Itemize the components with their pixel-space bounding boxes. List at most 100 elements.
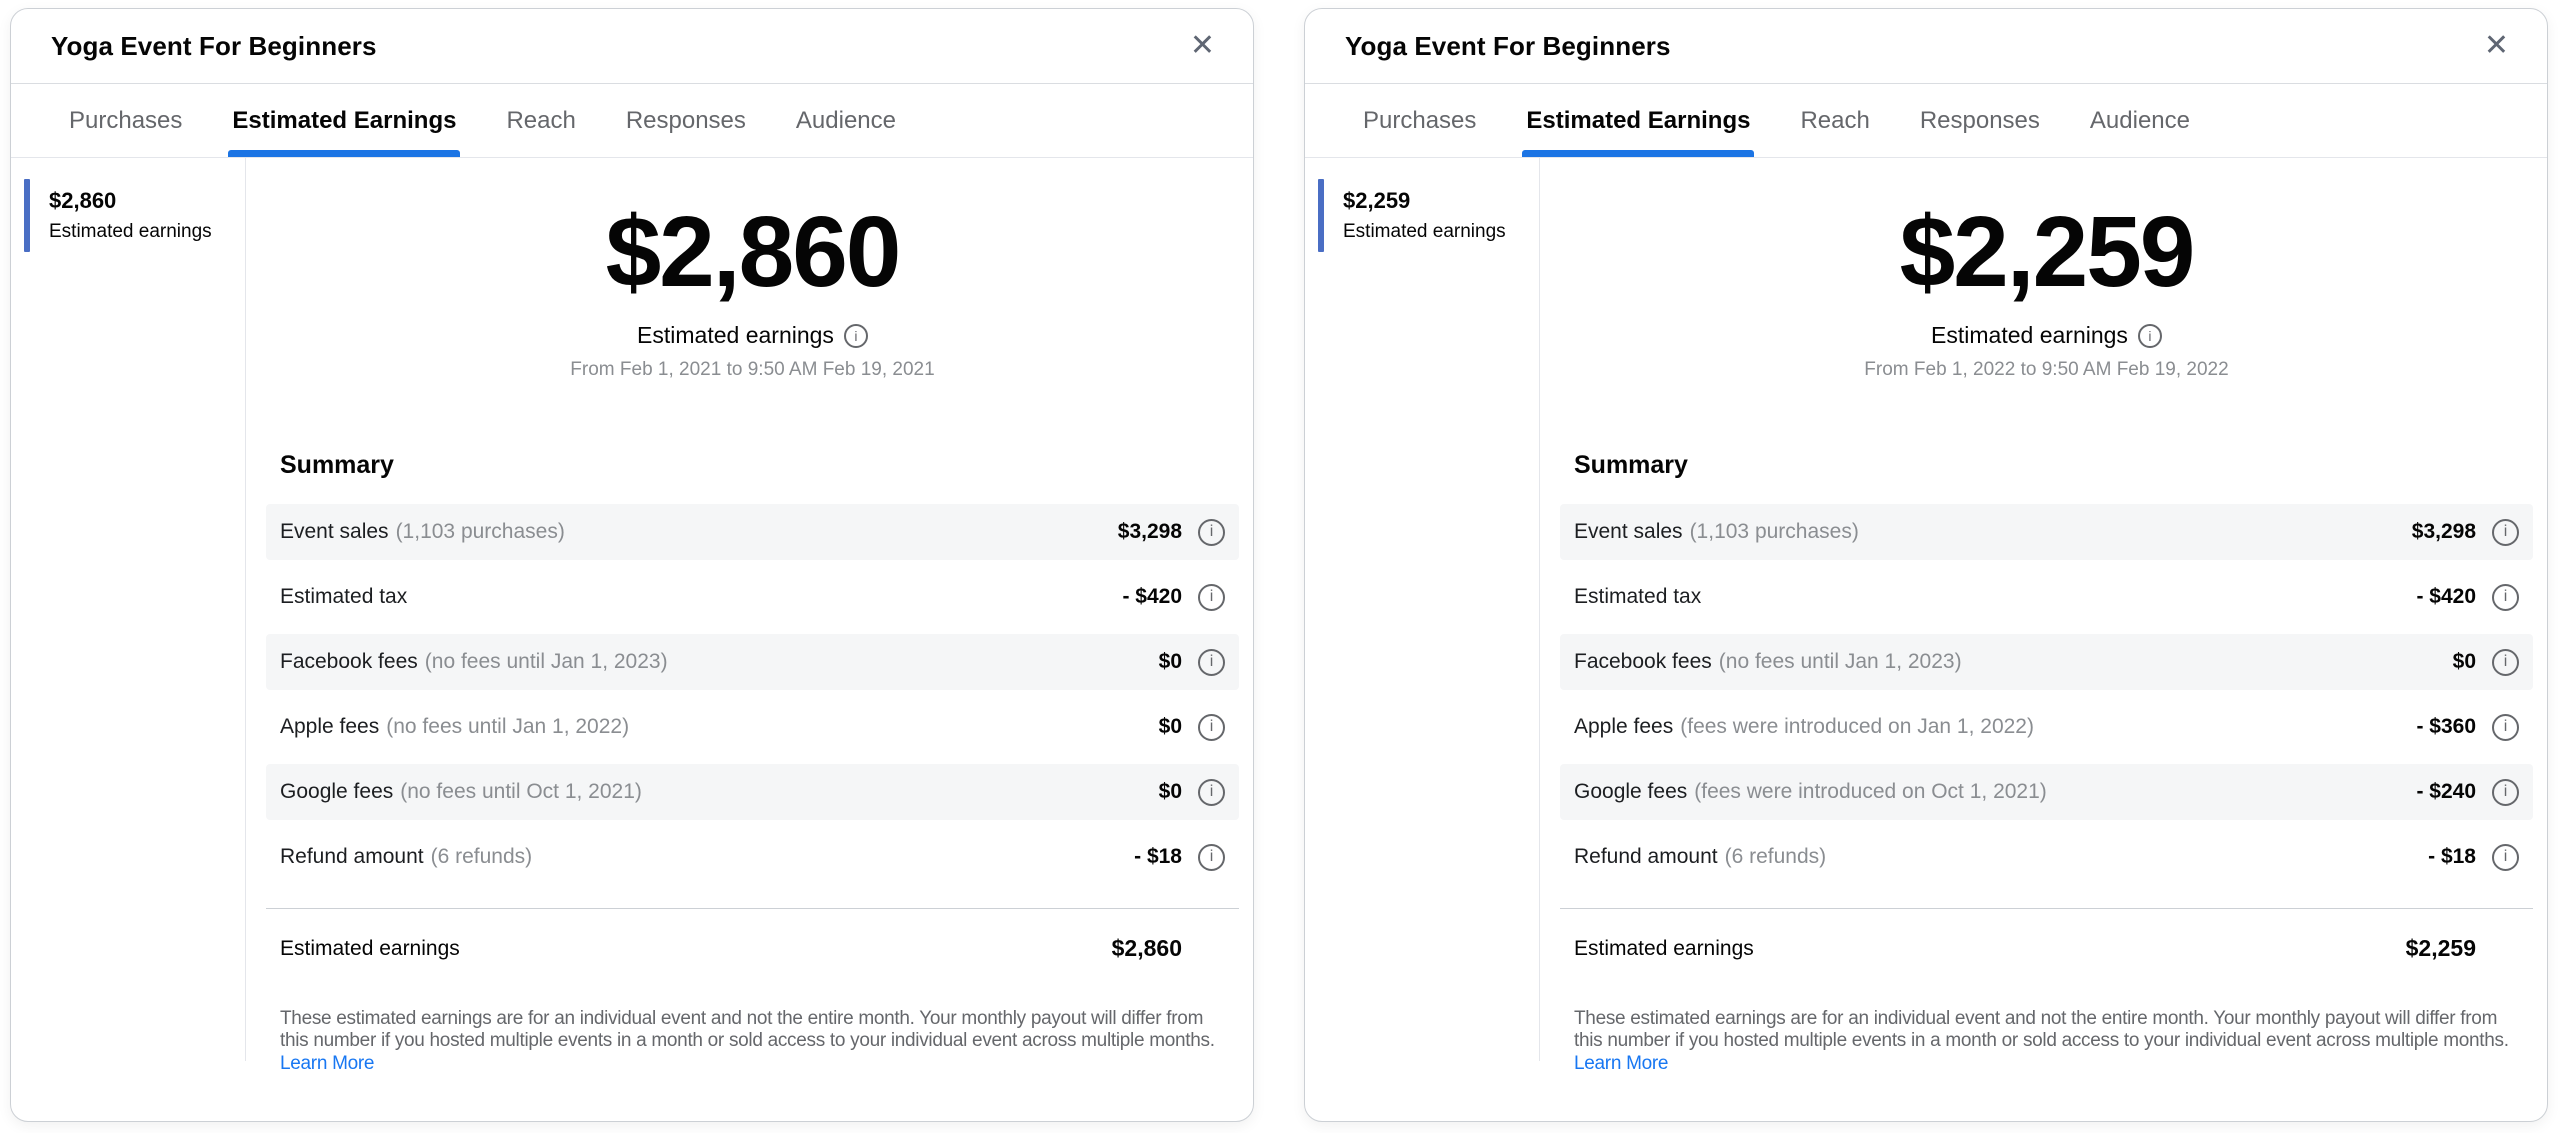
table-row-google-fees: Google fees (fees were introduced on Oct… [1560,764,2533,820]
row-label: Apple fees [1574,715,1673,739]
row-value: $0 [2453,650,2476,674]
row-value: $0 [1159,715,1182,739]
info-icon[interactable]: i [844,324,868,348]
tab-estimated-earnings[interactable]: Estimated Earnings [1522,84,1754,157]
row-value: - $420 [2416,585,2476,609]
event-insights-modal: Yoga Event For Beginners ✕ Purchases Est… [1304,8,2548,1122]
metrics-sidebar: $2,860 Estimated earnings [11,158,246,1121]
tab-audience[interactable]: Audience [792,84,900,157]
sidebar-item-estimated-earnings[interactable]: $2,860 Estimated earnings [11,179,246,252]
learn-more-link[interactable]: Learn More [280,1053,374,1075]
disclaimer: These estimated earnings are for an indi… [280,1008,1225,1075]
row-label: Event sales [1574,520,1683,544]
info-icon[interactable]: i [1198,844,1225,871]
summary-table: Event sales (1,103 purchases) $3,298 i E… [266,504,1239,894]
info-icon[interactable]: i [2138,324,2162,348]
total-row: Estimated earnings $2,860 [266,908,1239,962]
earnings-panel: $2,860 Estimated earnings i From Feb 1, … [246,158,1253,1121]
disclaimer-line: this number if you hosted multiple event… [280,1030,1225,1052]
row-note: (6 refunds) [1725,845,1827,869]
table-row-facebook-fees: Facebook fees (no fees until Jan 1, 2023… [1560,634,2533,690]
info-icon[interactable]: i [2492,714,2519,741]
tab-audience[interactable]: Audience [2086,84,2194,157]
info-icon[interactable]: i [2492,584,2519,611]
info-icon[interactable]: i [1198,584,1225,611]
row-value: $3,298 [1118,520,1182,544]
row-label: Apple fees [280,715,379,739]
date-range: From Feb 1, 2021 to 9:50 AM Feb 19, 2021 [266,359,1239,381]
active-item-rail [24,179,30,252]
info-glyph: i [854,328,857,344]
hero-label: Estimated earnings [637,322,834,349]
close-button[interactable]: ✕ [1186,27,1219,65]
total-label: Estimated earnings [1574,937,1754,961]
tab-estimated-earnings[interactable]: Estimated Earnings [228,84,460,157]
summary-table: Event sales (1,103 purchases) $3,298 i E… [1560,504,2533,894]
info-glyph: i [1210,848,1214,866]
info-glyph: i [2504,718,2508,736]
info-icon[interactable]: i [1198,519,1225,546]
info-glyph: i [2504,783,2508,801]
total-row: Estimated earnings $2,259 [1560,908,2533,962]
info-icon[interactable]: i [2492,519,2519,546]
modal-header: Yoga Event For Beginners ✕ [11,9,1253,84]
table-row-google-fees: Google fees (no fees until Oct 1, 2021) … [266,764,1239,820]
row-value: - $18 [2428,845,2476,869]
info-glyph: i [1210,718,1214,736]
row-value: $0 [1159,780,1182,804]
info-icon[interactable]: i [2492,779,2519,806]
sidebar-label: Estimated earnings [49,221,236,243]
tab-responses[interactable]: Responses [622,84,750,157]
earnings-hero: $2,860 Estimated earnings i From Feb 1, … [266,202,1239,381]
disclaimer: These estimated earnings are for an indi… [1574,1008,2519,1075]
hero-amount: $2,860 [266,202,1239,302]
metrics-sidebar: $2,259 Estimated earnings [1305,158,1540,1121]
row-value: - $18 [1134,845,1182,869]
sidebar-item-estimated-earnings[interactable]: $2,259 Estimated earnings [1305,179,1540,252]
modal-title: Yoga Event For Beginners [51,31,377,62]
info-glyph: i [2504,848,2508,866]
tab-reach[interactable]: Reach [1796,84,1873,157]
hero-amount: $2,259 [1560,202,2533,302]
info-icon[interactable]: i [2492,844,2519,871]
row-note: (fees were introduced on Oct 1, 2021) [1694,780,2047,804]
learn-more-link[interactable]: Learn More [1574,1053,1668,1075]
row-value: - $420 [1122,585,1182,609]
summary-heading: Summary [1574,451,2519,480]
tab-reach[interactable]: Reach [502,84,579,157]
row-label: Facebook fees [1574,650,1712,674]
info-glyph: i [2504,523,2508,541]
info-glyph: i [2148,328,2151,344]
event-insights-modal: Yoga Event For Beginners ✕ Purchases Est… [10,8,1254,1122]
table-row-refund-amount: Refund amount (6 refunds) - $18 i [1560,829,2533,885]
table-row-apple-fees: Apple fees (fees were introduced on Jan … [1560,699,2533,755]
table-row-refund-amount: Refund amount (6 refunds) - $18 i [266,829,1239,885]
tab-purchases[interactable]: Purchases [1359,84,1480,157]
close-icon: ✕ [2484,29,2509,62]
row-note: (no fees until Oct 1, 2021) [400,780,642,804]
row-label: Estimated tax [1574,585,1701,609]
row-note: (1,103 purchases) [1690,520,1859,544]
hero-label: Estimated earnings [1931,322,2128,349]
total-label: Estimated earnings [280,937,460,961]
active-item-rail [1318,179,1324,252]
info-icon[interactable]: i [1198,649,1225,676]
close-icon: ✕ [1190,29,1215,62]
info-icon[interactable]: i [1198,714,1225,741]
tab-responses[interactable]: Responses [1916,84,2044,157]
close-button[interactable]: ✕ [2480,27,2513,65]
earnings-hero: $2,259 Estimated earnings i From Feb 1, … [1560,202,2533,381]
hero-label-row: Estimated earnings i [1560,322,2533,349]
info-icon[interactable]: i [1198,779,1225,806]
info-glyph: i [1210,653,1214,671]
total-value: $2,860 [1112,935,1182,962]
disclaimer-line: These estimated earnings are for an indi… [1574,1008,2519,1030]
tab-purchases[interactable]: Purchases [65,84,186,157]
sidebar-amount: $2,259 [1343,188,1530,214]
table-row-estimated-tax: Estimated tax - $420 i [266,569,1239,625]
info-icon[interactable]: i [2492,649,2519,676]
sidebar-amount: $2,860 [49,188,236,214]
row-note: (no fees until Jan 1, 2023) [1719,650,1962,674]
row-note: (no fees until Jan 1, 2022) [386,715,629,739]
table-row-facebook-fees: Facebook fees (no fees until Jan 1, 2023… [266,634,1239,690]
